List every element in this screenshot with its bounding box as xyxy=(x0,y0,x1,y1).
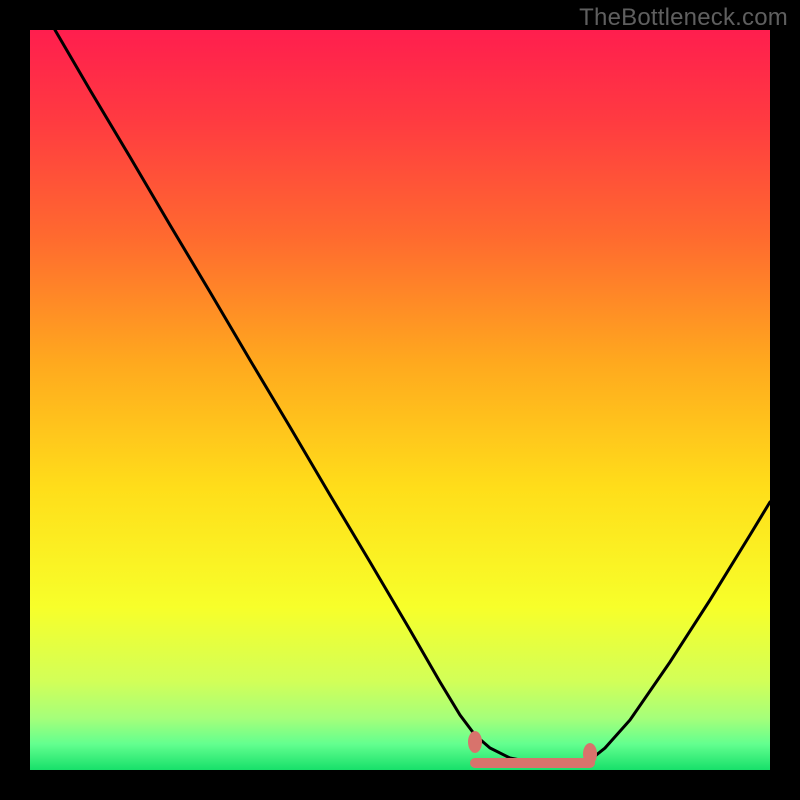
watermark-text: TheBottleneck.com xyxy=(579,4,788,32)
curve-marker xyxy=(468,731,482,753)
gradient-bg xyxy=(30,30,770,770)
chart-frame: TheBottleneck.com xyxy=(0,0,800,800)
curve-marker xyxy=(583,743,597,765)
plot-area xyxy=(30,30,770,770)
chart-svg xyxy=(30,30,770,770)
